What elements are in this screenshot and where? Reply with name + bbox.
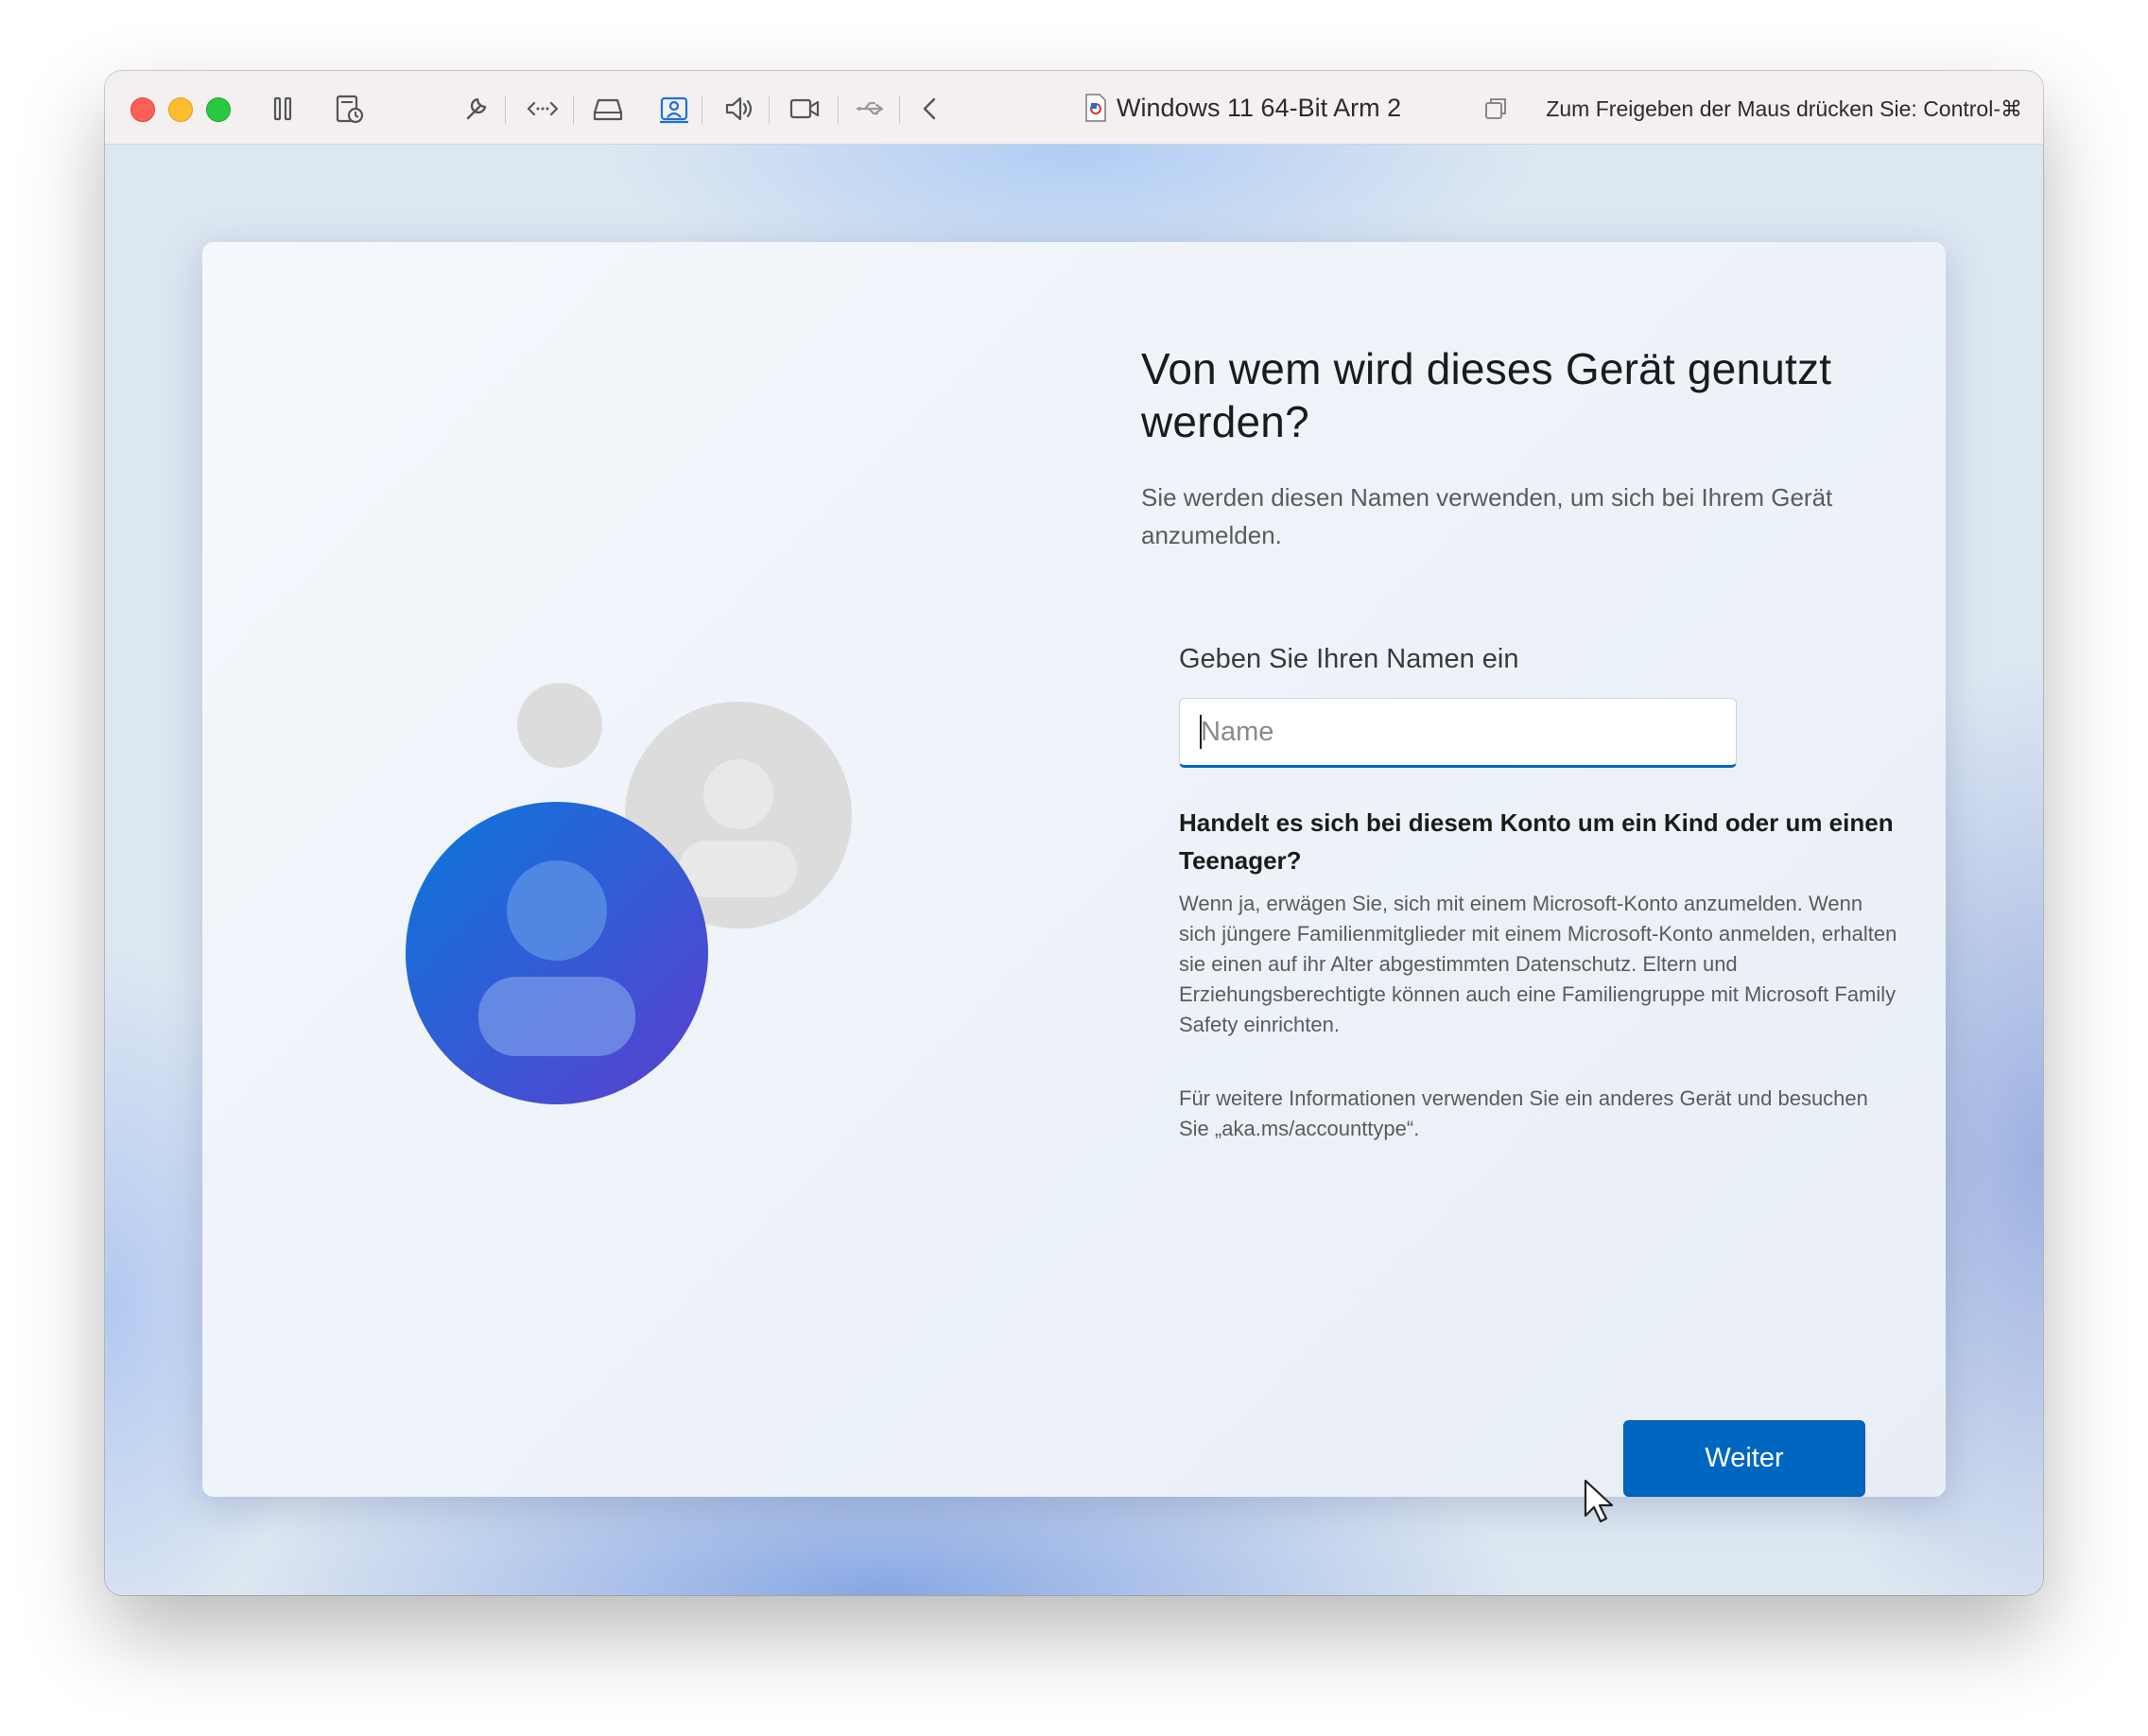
user-accounts-illustration [406, 683, 852, 1104]
blue-avatar-icon [406, 802, 708, 1104]
next-button[interactable]: Weiter [1623, 1420, 1865, 1497]
snapshot-icon[interactable] [330, 90, 368, 128]
setup-card: Von wem wird dieses Gerät genutzt werden… [202, 242, 1946, 1497]
window-title: Windows 11 64-Bit Arm 2 [1084, 87, 1401, 129]
hard-disk-icon[interactable] [589, 90, 627, 128]
page-subtitle: Sie werden diesen Namen verwenden, um si… [1141, 483, 1833, 549]
vm-window: Windows 11 64-Bit Arm 2 Zum Freigeben de… [105, 71, 2043, 1595]
copy-icon[interactable] [1481, 94, 1511, 124]
back-chevron-icon[interactable] [911, 90, 949, 128]
close-button[interactable] [130, 97, 155, 122]
usb-icon[interactable] [852, 90, 890, 128]
network-icon[interactable] [524, 90, 562, 128]
vm-screen: Von wem wird dieses Gerät genutzt werden… [105, 145, 2043, 1595]
video-camera-icon[interactable] [786, 90, 823, 128]
camera-sharing-icon[interactable] [655, 90, 693, 128]
title-bar: Windows 11 64-Bit Arm 2 Zum Freigeben de… [105, 71, 2043, 145]
small-avatar-icon [517, 683, 602, 768]
child-account-explanation: Wenn ja, erwägen Sie, sich mit einem Mic… [1179, 892, 1897, 1036]
child-account-question: Handelt es sich bei diesem Konto um ein … [1179, 808, 1894, 875]
zoom-button[interactable] [206, 97, 231, 122]
name-input-label: Geben Sie Ihren Namen ein [1179, 644, 1519, 674]
settings-wrench-icon[interactable] [457, 90, 494, 128]
mouse-release-hint: Zum Freigeben der Maus drücken Sie: Cont… [1546, 96, 2022, 121]
text-caret [1200, 715, 1202, 749]
page-heading: Von wem wird dieses Gerät genutzt werden… [1141, 344, 1832, 446]
more-info-text: Für weitere Informationen verwenden Sie … [1179, 1086, 1868, 1140]
window-title-text: Windows 11 64-Bit Arm 2 [1117, 93, 1402, 122]
minimize-button[interactable] [168, 97, 193, 122]
mouse-pointer-icon [1584, 1479, 1614, 1523]
document-icon [1085, 94, 1106, 122]
pause-icon[interactable] [264, 90, 302, 128]
name-input[interactable] [1179, 698, 1737, 768]
sound-icon[interactable] [719, 90, 757, 128]
